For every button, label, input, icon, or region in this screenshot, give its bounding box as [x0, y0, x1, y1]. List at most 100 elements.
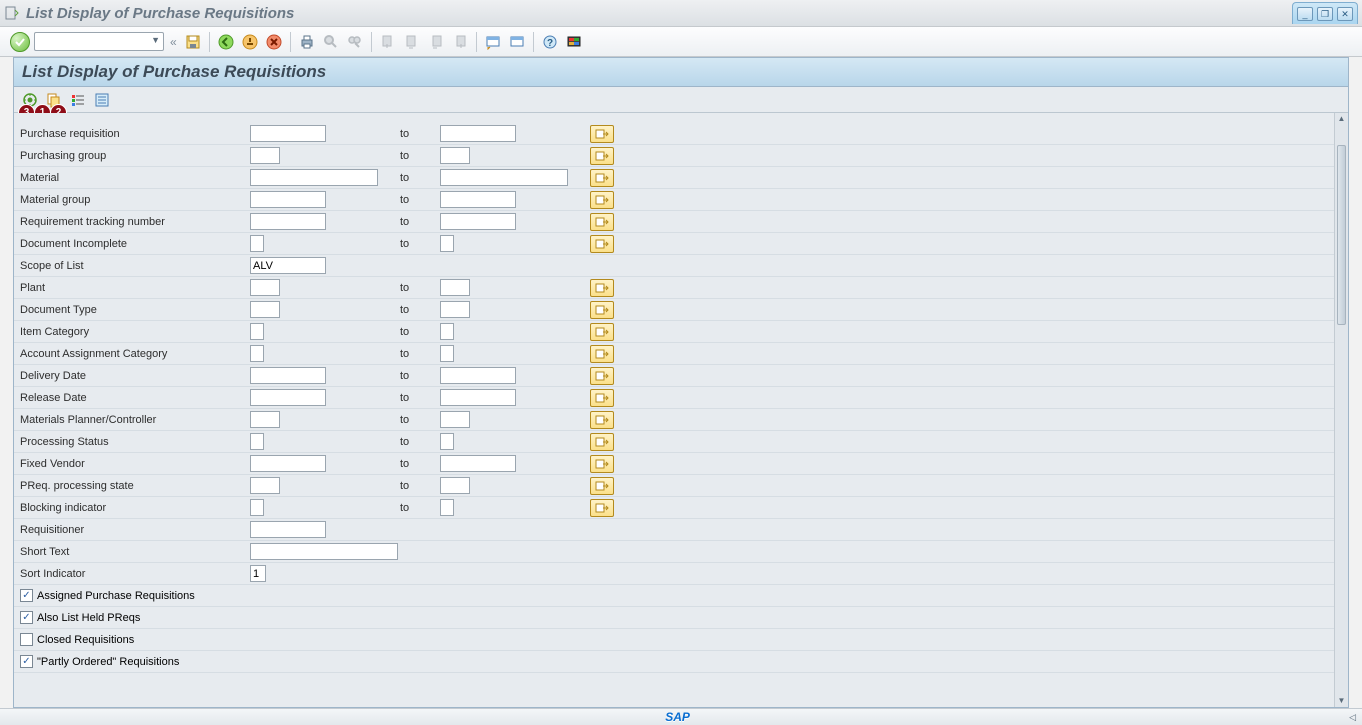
input-to[interactable] [440, 345, 454, 362]
input-from[interactable] [250, 455, 326, 472]
input-to[interactable] [440, 235, 454, 252]
checkbox[interactable] [20, 633, 33, 646]
multiple-selection-button[interactable] [590, 345, 614, 363]
multiple-selection-button[interactable] [590, 279, 614, 297]
input-from[interactable] [250, 543, 398, 560]
help-icon[interactable]: ? [540, 32, 560, 52]
input-to[interactable] [440, 389, 516, 406]
input-from[interactable] [250, 235, 264, 252]
maximize-button[interactable]: ❐ [1317, 7, 1333, 21]
input-to[interactable] [440, 147, 470, 164]
close-button[interactable]: ✕ [1337, 7, 1353, 21]
multiple-selection-button[interactable] [590, 191, 614, 209]
to-label: to [398, 414, 440, 426]
multiple-selection-button[interactable] [590, 301, 614, 319]
scroll-thumb[interactable] [1337, 145, 1346, 325]
cancel-icon[interactable] [264, 32, 284, 52]
input-from[interactable] [250, 477, 280, 494]
multiple-selection-button[interactable] [590, 477, 614, 495]
input-from[interactable] [250, 411, 280, 428]
input-from[interactable] [250, 279, 280, 296]
multiple-selection-button[interactable] [590, 367, 614, 385]
input-from[interactable] [250, 147, 280, 164]
last-page-icon [450, 32, 470, 52]
find-icon [321, 32, 341, 52]
field-row: Blocking indicatorto [14, 497, 1334, 519]
input-from[interactable] [250, 345, 264, 362]
exit-icon[interactable] [240, 32, 260, 52]
field-label: Blocking indicator [14, 502, 250, 514]
input-from[interactable] [250, 191, 326, 208]
customize-icon[interactable] [564, 32, 584, 52]
input-to[interactable] [440, 191, 516, 208]
input-to[interactable] [440, 323, 454, 340]
chevron-left-icon[interactable]: « [168, 35, 179, 49]
print-icon[interactable] [297, 32, 317, 52]
to-label: to [398, 370, 440, 382]
to-label: to [398, 128, 440, 140]
checkbox[interactable]: ✓ [20, 655, 33, 668]
input-to[interactable] [440, 279, 470, 296]
to-label: to [398, 172, 440, 184]
multiple-selection-button[interactable] [590, 411, 614, 429]
scroll-down-icon[interactable]: ▼ [1336, 695, 1348, 707]
input-from[interactable] [250, 389, 326, 406]
multiple-selection-button[interactable] [590, 499, 614, 517]
new-session-icon[interactable] [483, 32, 503, 52]
menu-icon[interactable] [4, 5, 20, 21]
multiple-selection-button[interactable] [590, 169, 614, 187]
multiple-selection-button[interactable] [590, 433, 614, 451]
multiple-selection-button[interactable] [590, 389, 614, 407]
scroll-up-icon[interactable]: ▲ [1336, 113, 1348, 125]
to-label: to [398, 282, 440, 294]
checkbox[interactable]: ✓ [20, 611, 33, 624]
checkbox[interactable]: ✓ [20, 589, 33, 602]
input-to[interactable] [440, 169, 568, 186]
input-from[interactable] [250, 257, 326, 274]
input-to[interactable] [440, 499, 454, 516]
next-page-icon [426, 32, 446, 52]
back-icon[interactable] [216, 32, 236, 52]
dynamic-selections-icon[interactable] [92, 90, 112, 110]
vertical-scrollbar[interactable]: ▲ ▼ [1334, 113, 1348, 707]
to-label: to [398, 194, 440, 206]
multiple-selection-button[interactable] [590, 147, 614, 165]
input-to[interactable] [440, 367, 516, 384]
resize-grip-icon[interactable]: ◁ [1349, 712, 1356, 723]
save-icon[interactable] [183, 32, 203, 52]
field-row: Purchase requisitionto [14, 123, 1334, 145]
input-from[interactable] [250, 169, 378, 186]
enter-button[interactable] [10, 32, 30, 52]
multiple-selection-button[interactable] [590, 125, 614, 143]
input-from[interactable] [250, 213, 326, 230]
to-label: to [398, 304, 440, 316]
minimize-button[interactable]: _ [1297, 7, 1313, 21]
multiple-selection-button[interactable] [590, 323, 614, 341]
to-label: to [398, 480, 440, 492]
input-from[interactable] [250, 323, 264, 340]
input-to[interactable] [440, 477, 470, 494]
input-from[interactable] [250, 125, 326, 142]
multiple-selection-button[interactable] [590, 235, 614, 253]
field-label: Plant [14, 282, 250, 294]
input-from[interactable] [250, 433, 264, 450]
multiple-selection-button[interactable] [590, 213, 614, 231]
input-from[interactable] [250, 499, 264, 516]
input-to[interactable] [440, 433, 454, 450]
input-from[interactable] [250, 521, 326, 538]
input-from[interactable] [250, 367, 326, 384]
multiple-selection-button[interactable] [590, 455, 614, 473]
input-to[interactable] [440, 125, 516, 142]
input-from[interactable] [250, 565, 266, 582]
field-row: Material groupto [14, 189, 1334, 211]
command-field[interactable] [34, 32, 164, 51]
field-row: Sort Indicator [14, 563, 1334, 585]
input-from[interactable] [250, 301, 280, 318]
selection-options-icon[interactable] [68, 90, 88, 110]
checkbox-label: Closed Requisitions [37, 634, 134, 646]
input-to[interactable] [440, 213, 516, 230]
layout-icon[interactable] [507, 32, 527, 52]
input-to[interactable] [440, 411, 470, 428]
input-to[interactable] [440, 301, 470, 318]
input-to[interactable] [440, 455, 516, 472]
